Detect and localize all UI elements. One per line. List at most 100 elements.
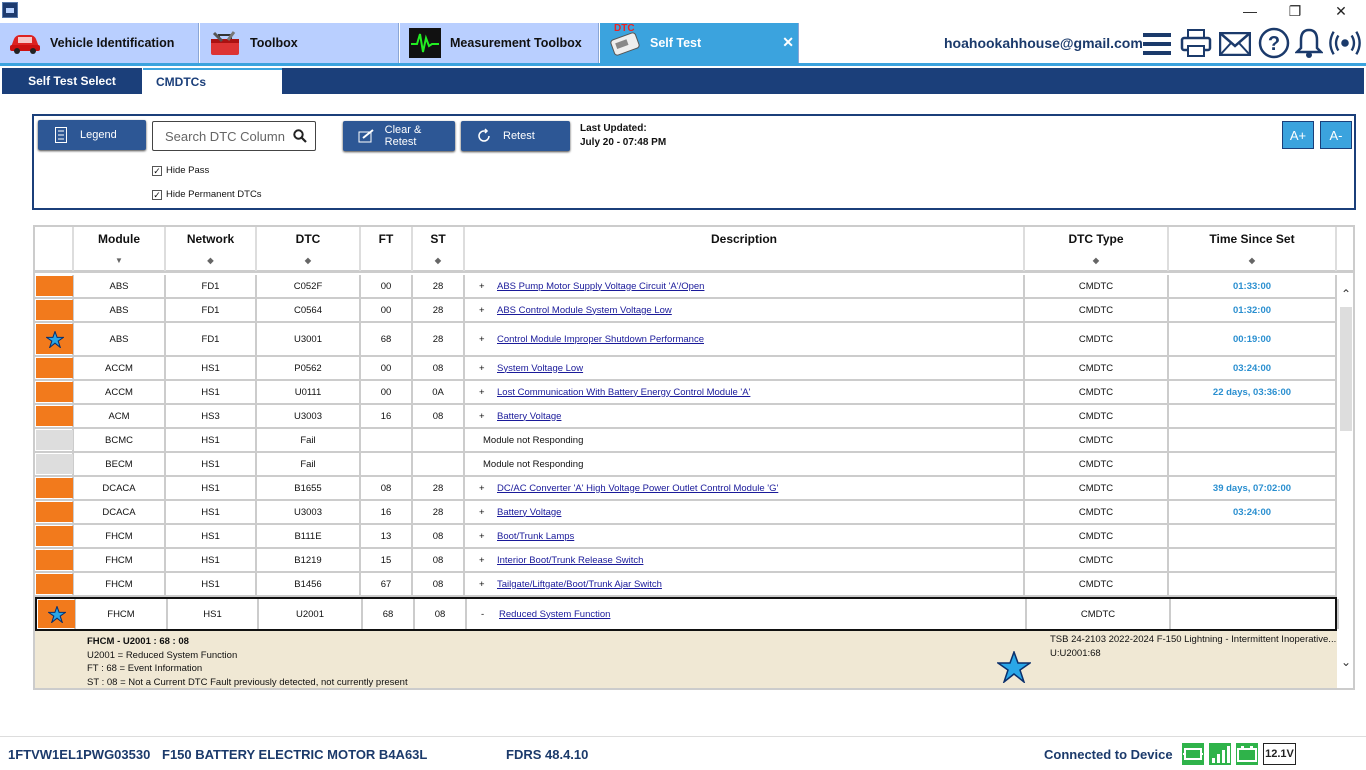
checkbox-checked-icon[interactable]: ✓	[152, 189, 162, 200]
table-row-expanded[interactable]: FHCM HS1 U2001 68 08- Reduced System Function…	[35, 597, 1339, 631]
column-header[interactable]: DTC ◆	[257, 227, 361, 271]
column-header[interactable]: Description	[465, 227, 1025, 271]
restore-button[interactable]: ❐	[1272, 0, 1318, 22]
table-scrollbar[interactable]: ⌃ ⌄	[1339, 275, 1353, 688]
table-row[interactable]: BCMC HS1 Fail Module not Responding CMDTC	[35, 429, 1337, 453]
sort-icon[interactable]: ▼	[74, 256, 164, 265]
subtab-self-test-select[interactable]: Self Test Select	[2, 68, 142, 94]
description-link[interactable]: Boot/Trunk Lamps	[497, 531, 574, 542]
bell-icon[interactable]	[1292, 27, 1326, 59]
table-row[interactable]: DCACA HS1 B1655 08 28 + DC/AC Converter 'A' Hi…	[35, 477, 1337, 501]
menu-icon[interactable]	[1140, 28, 1174, 60]
st-cell: 08	[413, 405, 465, 427]
description-link[interactable]: Interior Boot/Trunk Release Switch	[497, 555, 643, 566]
column-header[interactable]: Network ◆	[166, 227, 257, 271]
description-link[interactable]: Battery Voltage	[497, 507, 561, 518]
mail-icon[interactable]	[1218, 28, 1252, 60]
expand-toggle[interactable]: +	[479, 363, 497, 374]
module-cell: ACM	[74, 405, 166, 427]
column-header[interactable]: Module ▼	[74, 227, 166, 271]
sort-icon[interactable]: ◆	[413, 256, 463, 265]
description-link[interactable]: ABS Control Module System Voltage Low	[497, 305, 672, 316]
expand-toggle[interactable]: +	[479, 579, 497, 590]
table-row[interactable]: ABS FD1 C052F 00 28 + ABS Pump Motor Supply Vo…	[35, 275, 1337, 299]
expand-toggle[interactable]: +	[479, 411, 497, 422]
column-header[interactable]: FT	[361, 227, 413, 271]
column-header[interactable]: DTC Type ◆	[1025, 227, 1169, 271]
description-link[interactable]: Lost Communication With Battery Energy C…	[497, 387, 750, 398]
sort-icon[interactable]: ◆	[1169, 256, 1335, 265]
tab-measurement-toolbox[interactable]: Measurement Toolbox	[400, 23, 599, 63]
status-fault	[36, 300, 73, 320]
table-row[interactable]: ABS FD1 C0564 00 28 + ABS Control Module Syste…	[35, 299, 1337, 323]
column-header[interactable]: ST ◆	[413, 227, 465, 271]
table-row[interactable]: ACCM HS1 U0111 00 0A + Lost Communication With…	[35, 381, 1337, 405]
subtab-cmdtcs[interactable]: CMDTCs	[143, 68, 282, 94]
oscilloscope-icon	[408, 27, 442, 59]
description-link[interactable]: Control Module Improper Shutdown Perform…	[497, 334, 704, 345]
search-icon[interactable]	[293, 129, 307, 143]
table-row[interactable]: FHCM HS1 B1219 15 08 + Interior Boot/Trunk Rel…	[35, 549, 1337, 573]
description-link[interactable]: Battery Voltage	[497, 411, 561, 422]
checkbox-checked-icon[interactable]: ✓	[152, 165, 162, 176]
expand-toggle[interactable]: +	[479, 507, 497, 518]
table-row[interactable]: ACM HS3 U3003 16 08 + Battery Voltage CMDTC	[35, 405, 1337, 429]
minimize-button[interactable]: —	[1227, 0, 1273, 22]
description-link[interactable]: Reduced System Function	[499, 609, 610, 620]
expand-toggle[interactable]: +	[479, 555, 497, 566]
expand-toggle[interactable]: +	[479, 531, 497, 542]
search-box[interactable]: Search DTC Column	[152, 121, 316, 151]
font-decrease-button[interactable]: A-	[1320, 121, 1352, 149]
hide-permanent-checkbox[interactable]: ✓ Hide Permanent DTCs	[152, 189, 262, 200]
clear-retest-button[interactable]: Clear & Retest	[343, 121, 455, 151]
expand-toggle[interactable]: +	[479, 483, 497, 494]
tab-toolbox[interactable]: Toolbox	[200, 23, 399, 63]
sort-icon[interactable]: ◆	[166, 256, 255, 265]
font-increase-button[interactable]: A+	[1282, 121, 1314, 149]
tab-self-test[interactable]: DTC Self Test ✕	[600, 23, 799, 63]
star-icon[interactable]	[995, 649, 1033, 688]
status-cell	[35, 501, 74, 523]
status-fault	[36, 478, 73, 498]
tab-vehicle-identification[interactable]: Vehicle Identification	[0, 23, 199, 63]
status-fault	[36, 526, 73, 546]
legend-button[interactable]: Legend	[38, 120, 146, 150]
scroll-up-icon[interactable]: ⌃	[1341, 287, 1351, 301]
expand-toggle[interactable]: +	[479, 387, 497, 398]
sort-icon[interactable]: ◆	[257, 256, 359, 265]
st-cell: 08	[413, 549, 465, 571]
description-cell: + Control Module Improper Shutdown Perfor…	[465, 323, 1025, 355]
close-tab-icon[interactable]: ✕	[782, 34, 794, 51]
description-link[interactable]: DC/AC Converter 'A' High Voltage Power O…	[497, 483, 778, 494]
collapse-toggle[interactable]: -	[481, 609, 499, 620]
table-row[interactable]: FHCM HS1 B1456 67 08 + Tailgate/Liftgate/Boot/…	[35, 573, 1337, 597]
search-input[interactable]: Search DTC Column	[165, 129, 293, 144]
description-link[interactable]: ABS Pump Motor Supply Voltage Circuit 'A…	[497, 281, 704, 292]
scroll-down-icon[interactable]: ⌄	[1341, 655, 1351, 669]
column-header[interactable]: Time Since Set ◆	[1169, 227, 1337, 271]
table-row[interactable]: BECM HS1 Fail Module not Responding CMDTC	[35, 453, 1337, 477]
table-row[interactable]: FHCM HS1 B111E 13 08 + Boot/Trunk Lamps CMDTC	[35, 525, 1337, 549]
expand-toggle[interactable]: +	[479, 334, 497, 345]
expand-toggle[interactable]: +	[479, 305, 497, 316]
status-cell	[35, 477, 74, 499]
hide-pass-checkbox[interactable]: ✓ Hide Pass	[152, 165, 209, 176]
time-since-set-cell: 00:19:00	[1169, 323, 1337, 355]
help-icon[interactable]: ?	[1257, 27, 1291, 59]
sort-icon[interactable]: ◆	[1025, 256, 1167, 265]
expand-toggle[interactable]: +	[479, 281, 497, 292]
retest-button[interactable]: Retest	[461, 121, 570, 151]
scrollbar-thumb[interactable]	[1340, 307, 1352, 431]
printer-icon[interactable]	[1179, 27, 1213, 59]
st-cell	[413, 429, 465, 451]
description-link[interactable]: System Voltage Low	[497, 363, 583, 374]
tsb-info[interactable]: TSB 24-2103 2022-2024 F-150 Lightning - …	[1050, 633, 1336, 660]
close-window-button[interactable]: ✕	[1318, 0, 1364, 22]
table-row[interactable]: ACCM HS1 P0562 00 08 + System Voltage Low CMDTC…	[35, 357, 1337, 381]
table-row[interactable]: ABS FD1 U3001 68 28 + Control Module Improper …	[35, 323, 1337, 357]
table-row[interactable]: DCACA HS1 U3003 16 28 + Battery Voltage CMDTC 03…	[35, 501, 1337, 525]
description-link[interactable]: Tailgate/Liftgate/Boot/Trunk Ajar Switch	[497, 579, 662, 590]
wireless-icon[interactable]	[1328, 27, 1362, 59]
module-cell: DCACA	[74, 477, 166, 499]
status-cell	[35, 429, 74, 451]
